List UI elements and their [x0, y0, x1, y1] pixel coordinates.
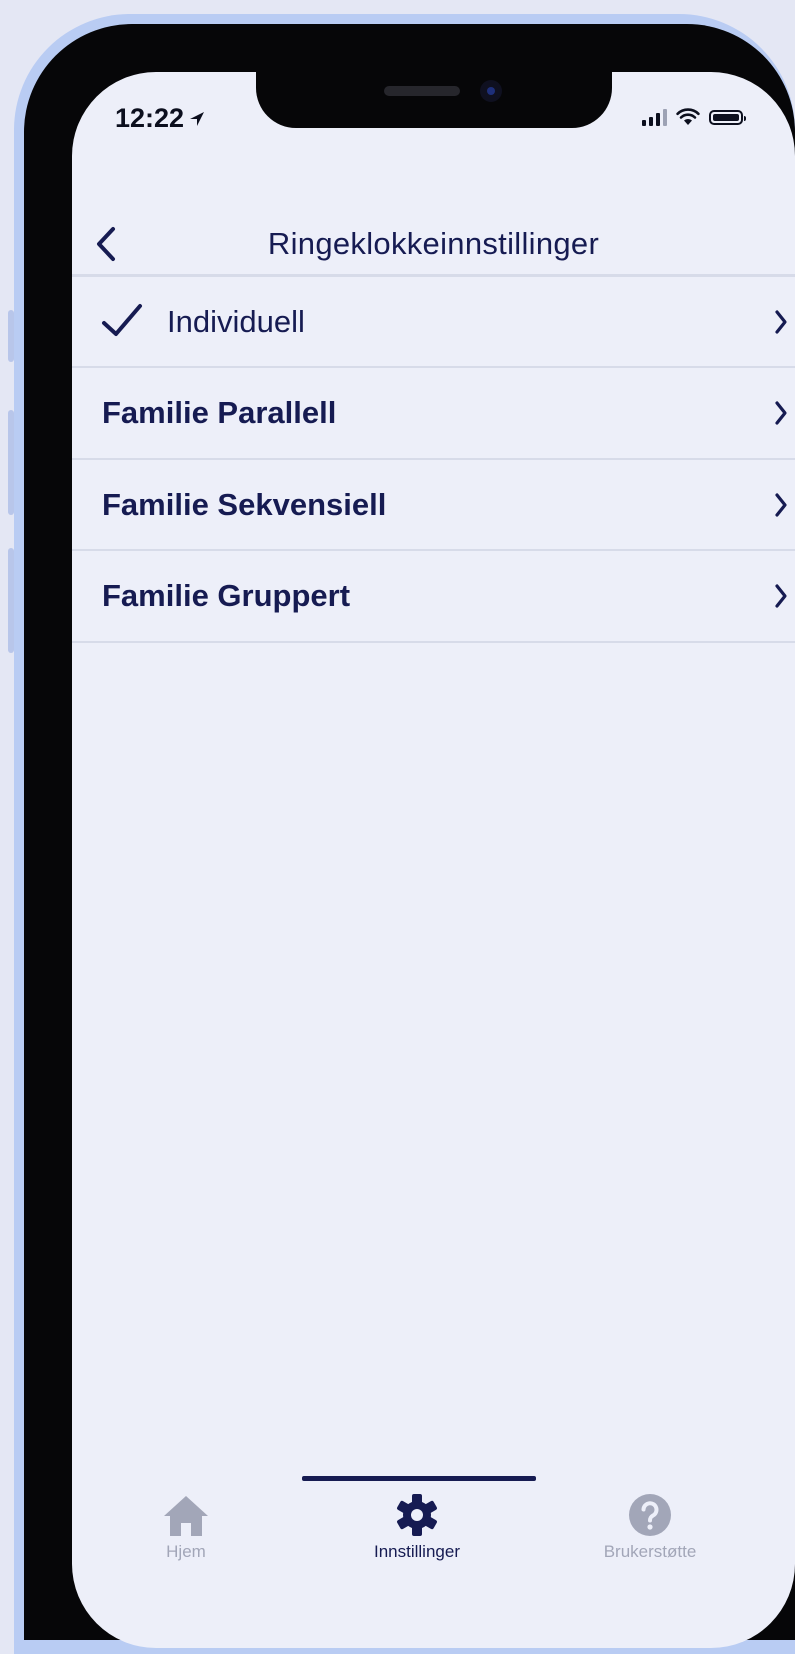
tab-label: Innstillinger — [374, 1542, 460, 1561]
list-item-individuell[interactable]: Individuell — [72, 277, 795, 368]
tab-bar: Hjem Innstillinger Brukerstøtte — [72, 1492, 795, 1592]
chevron-right-icon — [775, 584, 787, 608]
front-camera — [480, 80, 502, 102]
checkmark-icon — [102, 304, 142, 336]
chevron-right-icon — [775, 401, 787, 425]
list-item-familie-gruppert[interactable]: Familie Gruppert — [72, 551, 795, 643]
cellular-signal-icon — [642, 108, 667, 126]
list-item-familie-sekvensiell[interactable]: Familie Sekvensiell — [72, 460, 795, 551]
status-icons — [642, 108, 746, 126]
phone-frame: 12:22 Ringeklokkeinnstillinger Individue… — [24, 24, 795, 1648]
list-item-label: Familie Sekvensiell — [102, 486, 387, 522]
earpiece-speaker — [384, 86, 460, 96]
list-item-label: Familie Parallell — [102, 395, 337, 430]
header: Ringeklokkeinnstillinger — [72, 212, 795, 276]
home-icon — [164, 1496, 208, 1536]
location-arrow-icon — [190, 111, 205, 126]
wifi-icon — [676, 108, 700, 125]
page-title: Ringeklokkeinnstillinger — [267, 226, 600, 261]
status-time: 12:22 — [115, 103, 206, 134]
ringtone-mode-list: Individuell Familie Parallell Familie Se… — [72, 277, 795, 643]
phone-screen: 12:22 Ringeklokkeinnstillinger Individue… — [72, 72, 795, 1648]
chevron-right-icon — [775, 493, 787, 517]
list-item-familie-parallell[interactable]: Familie Parallell — [72, 368, 795, 460]
battery-icon — [709, 109, 746, 125]
help-icon — [629, 1494, 671, 1536]
chevron-right-icon — [775, 310, 787, 334]
tab-label: Brukerstøtte — [603, 1542, 697, 1561]
tab-brukerstotte[interactable]: Brukerstøtte — [550, 1492, 750, 1592]
tab-hjem[interactable]: Hjem — [86, 1492, 286, 1592]
chevron-left-icon — [97, 227, 115, 261]
tab-label: Hjem — [166, 1542, 206, 1561]
status-time-text: 12:22 — [115, 103, 185, 133]
gear-icon — [397, 1494, 437, 1536]
active-tab-indicator — [302, 1476, 536, 1481]
list-item-label: Familie Gruppert — [102, 578, 351, 613]
back-button[interactable] — [86, 216, 126, 272]
list-item-label: Individuell — [167, 303, 305, 339]
notch — [256, 72, 612, 128]
tab-innstillinger[interactable]: Innstillinger — [317, 1492, 517, 1592]
